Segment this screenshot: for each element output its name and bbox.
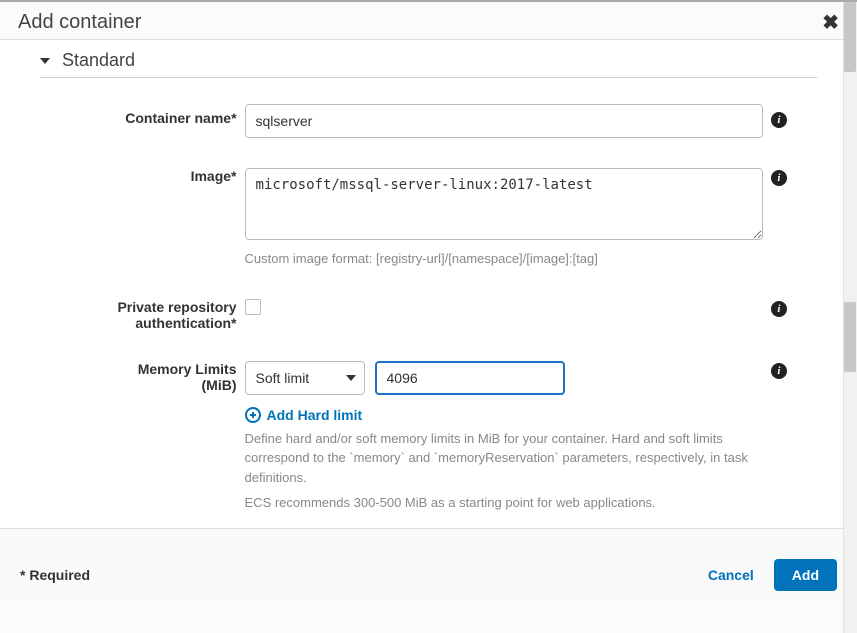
modal-footer: * Required Cancel Add (0, 547, 857, 603)
private-repo-label-1: Private repository (117, 299, 236, 315)
section-title: Standard (62, 50, 135, 71)
outer-vertical-scrollbar[interactable] (843, 2, 857, 633)
memory-value-input[interactable] (375, 361, 565, 395)
cancel-button[interactable]: Cancel (698, 559, 764, 591)
close-icon[interactable]: ✖ (822, 10, 839, 35)
section-standard-toggle[interactable]: Standard (40, 50, 817, 78)
modal-dialog: Add container ✖ Standard Container name*… (0, 0, 857, 633)
container-name-label: Container name* (125, 110, 236, 126)
modal-header: Add container ✖ (0, 2, 857, 39)
form-table: Container name* i Image* <span></span> C… (40, 98, 817, 519)
info-icon[interactable]: i (771, 363, 787, 379)
modal-title: Add container (18, 11, 141, 34)
scrollbar-thumb[interactable] (844, 2, 856, 72)
plus-circle-icon (245, 407, 261, 423)
add-hard-limit-label: Add Hard limit (267, 407, 363, 423)
info-icon[interactable]: i (771, 112, 787, 128)
container-name-input[interactable] (245, 104, 763, 138)
add-hard-limit-button[interactable]: Add Hard limit (245, 407, 763, 423)
chevron-down-icon (40, 58, 50, 64)
required-note: * Required (20, 567, 90, 583)
memory-limit-type-select[interactable]: Soft limit (245, 361, 365, 395)
image-help-text: Custom image format: [registry-url]/[nam… (245, 249, 763, 269)
memory-help-text-2: ECS recommends 300-500 MiB as a starting… (245, 493, 763, 513)
private-repo-label-2: authentication* (135, 315, 236, 331)
private-repo-checkbox[interactable] (245, 299, 261, 315)
add-button[interactable]: Add (774, 559, 837, 591)
modal-body[interactable]: Standard Container name* i Image* <span>… (0, 39, 857, 529)
memory-label-2: (MiB) (202, 377, 237, 393)
chevron-down-icon (346, 375, 356, 381)
horizontal-scrollbar[interactable] (0, 529, 857, 547)
info-icon[interactable]: i (771, 170, 787, 186)
memory-limit-type-value: Soft limit (256, 370, 310, 386)
image-input[interactable]: <span></span> (245, 168, 763, 240)
memory-help-text-1: Define hard and/or soft memory limits in… (245, 429, 763, 488)
info-icon[interactable]: i (771, 301, 787, 317)
memory-label-1: Memory Limits (138, 361, 237, 377)
image-label: Image* (191, 168, 237, 184)
scrollbar-thumb[interactable] (844, 302, 856, 372)
